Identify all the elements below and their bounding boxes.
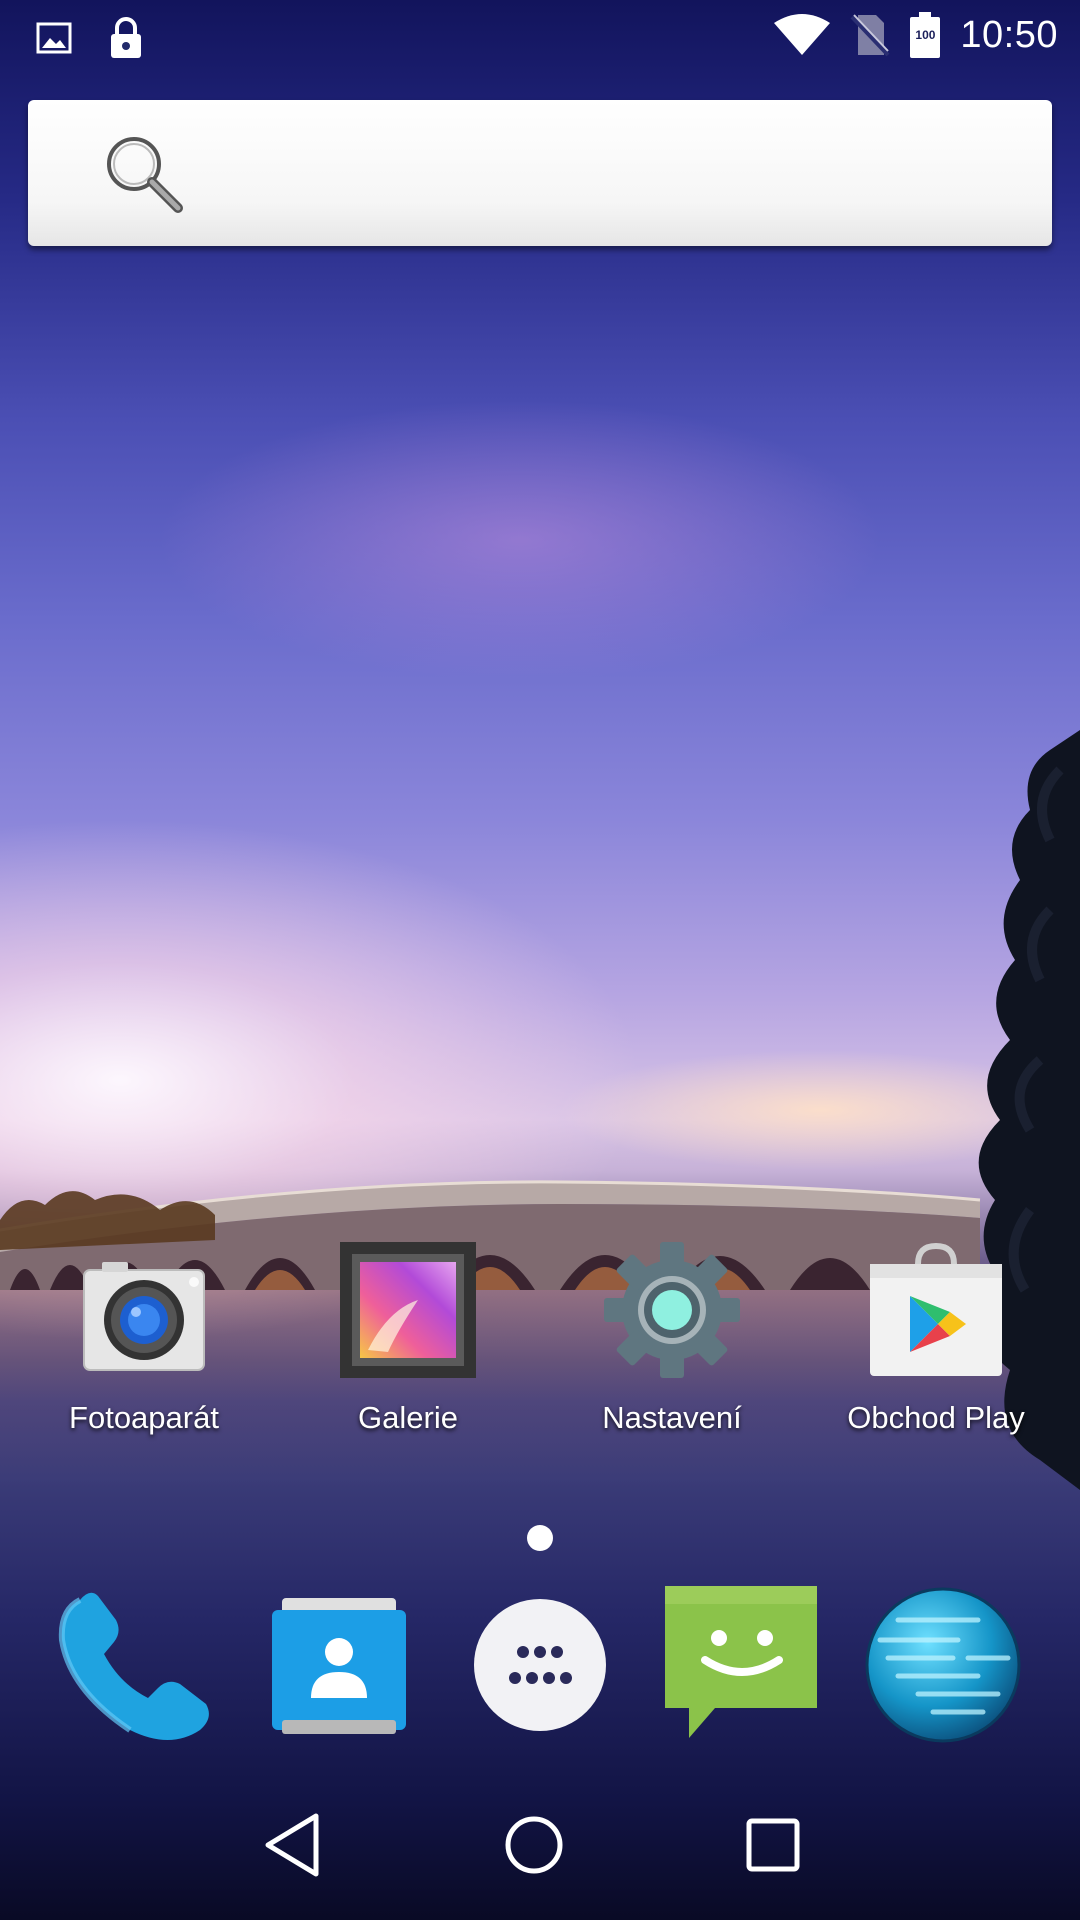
no-sim-icon xyxy=(850,14,890,57)
app-label: Galerie xyxy=(358,1400,458,1435)
status-bar: 100 10:50 xyxy=(0,0,1080,72)
messaging-icon[interactable] xyxy=(657,1580,827,1750)
home-app-row: Fotoaparát Galerie Nastavení Obchod Play xyxy=(0,1240,1080,1440)
back-icon[interactable] xyxy=(250,1800,340,1890)
app-drawer-icon[interactable] xyxy=(455,1580,625,1750)
app-label: Nastavení xyxy=(602,1400,742,1435)
settings-icon xyxy=(604,1242,740,1378)
page-indicator-dot xyxy=(527,1525,553,1551)
search-icon xyxy=(107,137,183,213)
phone-icon[interactable] xyxy=(50,1580,220,1750)
browser-icon[interactable] xyxy=(858,1580,1028,1750)
recents-icon[interactable] xyxy=(728,1800,818,1890)
app-label: Fotoaparát xyxy=(69,1400,219,1435)
navigation-bar xyxy=(0,1770,1080,1920)
app-label: Obchod Play xyxy=(847,1400,1025,1435)
wifi-icon xyxy=(774,14,831,55)
search-bar[interactable] xyxy=(28,100,1052,246)
lock-icon xyxy=(111,17,141,58)
app-settings[interactable]: Nastavení xyxy=(540,1240,804,1440)
contacts-icon[interactable] xyxy=(254,1580,424,1750)
status-clock: 10:50 xyxy=(960,13,1058,56)
dock xyxy=(0,1580,1080,1750)
app-gallery[interactable]: Galerie xyxy=(276,1240,540,1440)
image-notification-icon xyxy=(36,22,72,54)
app-camera[interactable]: Fotoaparát xyxy=(12,1240,276,1440)
app-play-store[interactable]: Obchod Play xyxy=(804,1240,1068,1440)
play-store-icon xyxy=(870,1242,1002,1376)
battery-level: 100 xyxy=(915,28,936,42)
home-icon[interactable] xyxy=(489,1800,579,1890)
camera-icon xyxy=(83,1262,205,1371)
gallery-icon xyxy=(340,1242,476,1378)
battery-icon: 100 xyxy=(910,12,941,58)
